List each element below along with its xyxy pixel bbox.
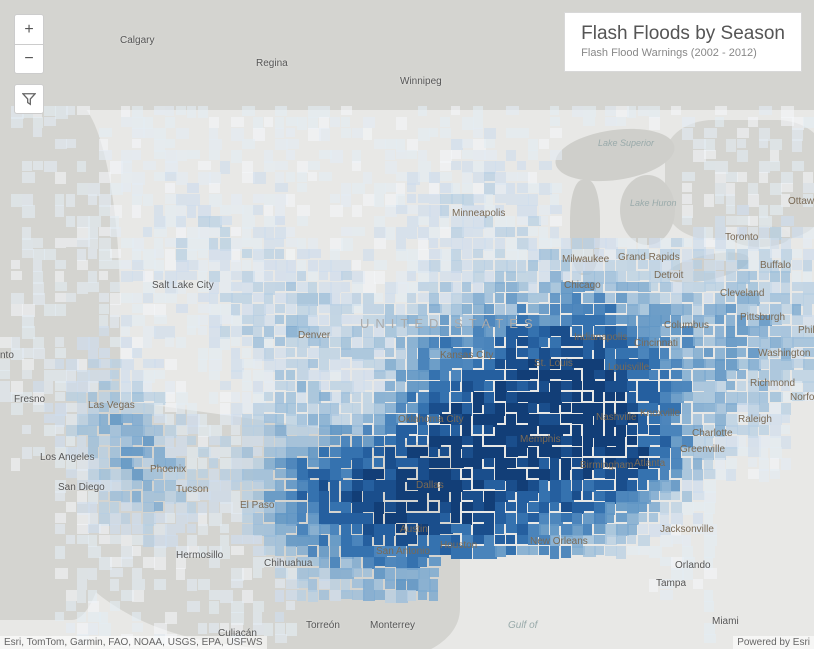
zoom-in-button[interactable]: + xyxy=(14,14,44,44)
country-label: UNITED STATES xyxy=(360,316,539,331)
attribution: Esri, TomTom, Garmin, FAO, NOAA, USGS, E… xyxy=(0,636,267,649)
zoom-out-button[interactable]: − xyxy=(14,44,44,74)
filter-button[interactable] xyxy=(14,84,44,114)
zoom-controls: + − xyxy=(14,14,44,114)
panel-subtitle: Flash Flood Warnings (2002 - 2012) xyxy=(581,47,785,59)
panel-title: Flash Floods by Season xyxy=(581,23,785,45)
gulf-label: Gulf of xyxy=(508,620,537,631)
lake-huron-label: Lake Huron xyxy=(630,198,677,208)
filter-icon xyxy=(22,92,36,106)
map-container[interactable]: Lake Superior Lake Huron Gulf of UNITED … xyxy=(0,0,814,649)
powered-by: Powered by Esri xyxy=(733,636,814,649)
title-panel: Flash Floods by Season Flash Flood Warni… xyxy=(564,12,802,72)
lake-superior-label: Lake Superior xyxy=(598,138,654,148)
